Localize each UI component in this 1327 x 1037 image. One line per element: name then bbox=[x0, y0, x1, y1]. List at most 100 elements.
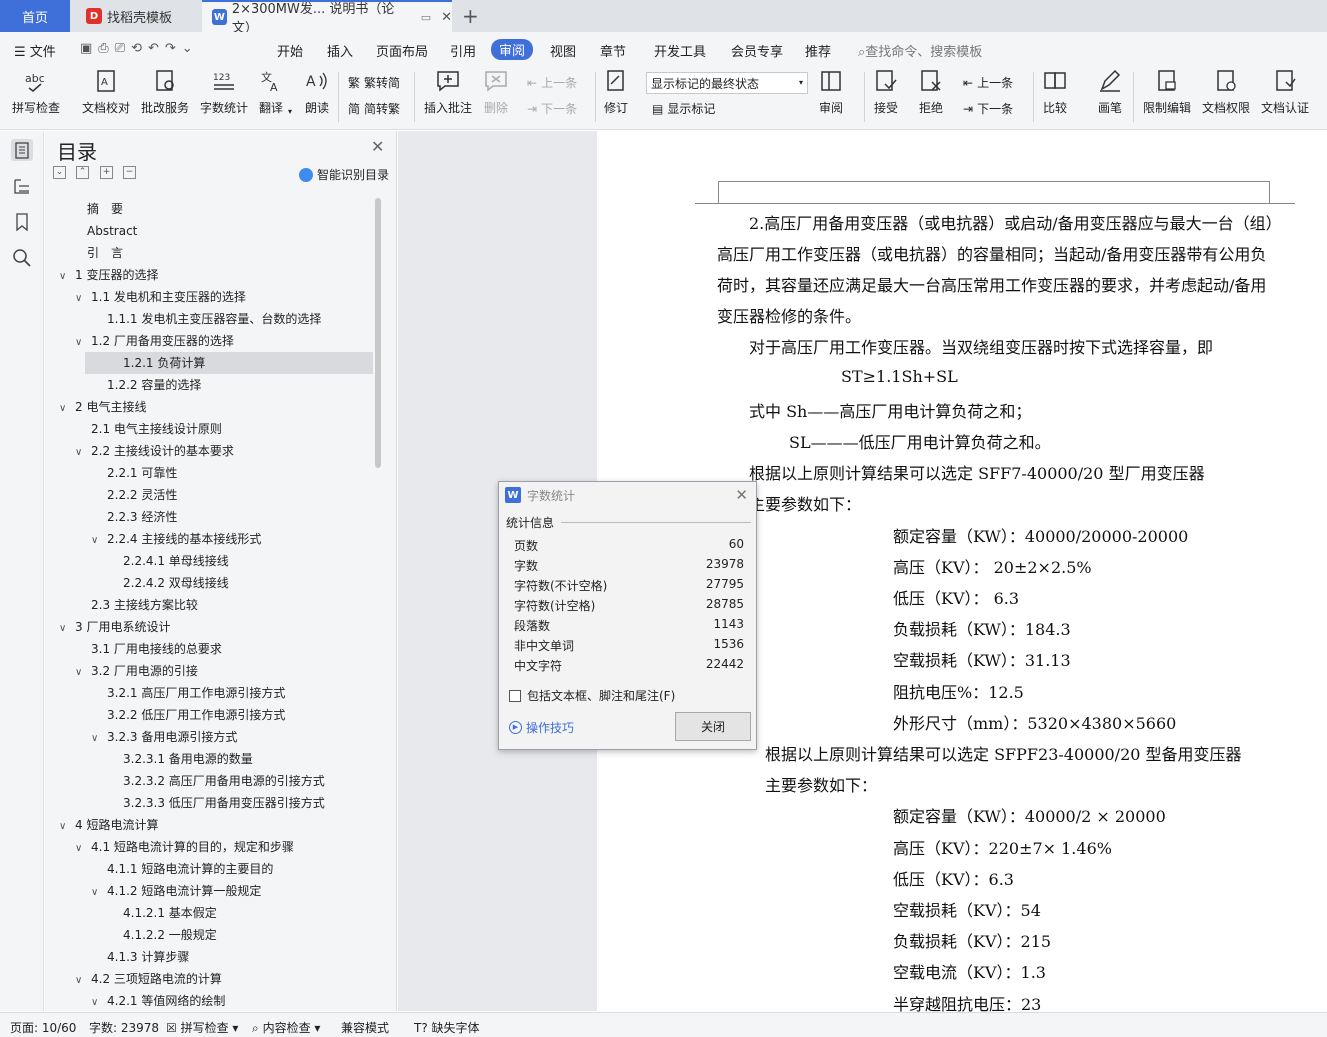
toc-item[interactable]: ∨ 1.1 发电机和主变压器的选择 bbox=[75, 286, 246, 308]
word-count-button[interactable]: 123 字数统计 bbox=[200, 68, 248, 116]
toc-item[interactable]: ∨ 4.1 短路电流计算的目的，规定和步骤 bbox=[75, 836, 294, 858]
reject-button[interactable]: 拒绝 bbox=[918, 68, 944, 116]
chevron-down-icon[interactable]: ∨ bbox=[91, 882, 103, 904]
toc-item[interactable]: 3.2.2 低压厂用工作电源引接方式 bbox=[91, 704, 285, 726]
dialog-close-button[interactable]: 关闭 bbox=[675, 712, 751, 741]
toc-item[interactable]: 4.1.3 计算步骤 bbox=[91, 946, 189, 968]
expand-icon[interactable]: ⌃ bbox=[76, 166, 89, 179]
toc-item[interactable]: ∨ 1 变压器的选择 bbox=[59, 264, 158, 286]
toc-item[interactable]: 2.2.3 经济性 bbox=[91, 506, 177, 528]
menu-reference[interactable]: 引用 bbox=[450, 41, 476, 60]
toc-item[interactable]: 1.2.2 容量的选择 bbox=[91, 374, 201, 396]
content-check-status[interactable]: ⌕ 内容检查 ▾ bbox=[252, 1019, 320, 1036]
toc-item[interactable]: 4.1.1 短路电流计算的主要目的 bbox=[91, 858, 273, 880]
chevron-down-icon[interactable]: ∨ bbox=[75, 970, 87, 992]
pen-button[interactable]: 画笔 bbox=[1097, 68, 1123, 116]
chevron-down-icon[interactable]: ∨ bbox=[59, 816, 71, 838]
smart-toc-button[interactable]: 智能识别目录 bbox=[299, 166, 389, 183]
translate-button[interactable]: 文 A 翻译 ▾ bbox=[258, 68, 292, 116]
menu-member[interactable]: 会员专享 bbox=[731, 41, 783, 60]
chevron-down-icon[interactable]: ∨ bbox=[59, 398, 71, 420]
review-pane-button[interactable]: 审阅 bbox=[818, 68, 844, 116]
toc-item[interactable]: 2.2.2 灵活性 bbox=[91, 484, 177, 506]
search-icon[interactable] bbox=[11, 247, 33, 269]
chevron-down-icon[interactable]: ∨ bbox=[59, 266, 71, 288]
chevron-down-icon[interactable]: ∨ bbox=[91, 530, 103, 552]
collapse-all-icon[interactable]: ⌄ bbox=[53, 166, 66, 179]
navigation-icon[interactable] bbox=[11, 175, 33, 197]
chevron-down-icon[interactable]: ∨ bbox=[75, 442, 87, 464]
toc-item[interactable]: ∨ 4.1.2 短路电流计算一般规定 bbox=[91, 880, 261, 902]
toc-item[interactable]: 2.1 电气主接线设计原则 bbox=[75, 418, 222, 440]
next-change-button[interactable]: ⇥ 下一条 bbox=[963, 100, 1013, 117]
menu-recommend[interactable]: 推荐 bbox=[805, 41, 831, 60]
toc-item[interactable]: 1.1.1 发电机主变压器容量、台数的选择 bbox=[91, 308, 321, 330]
toc-item[interactable]: 摘 要 bbox=[59, 198, 123, 220]
toc-item[interactable]: ∨ 1.2 厂用备用变压器的选择 bbox=[75, 330, 234, 352]
toc-item[interactable]: Abstract bbox=[59, 220, 137, 242]
missing-font-status[interactable]: T? 缺失字体 bbox=[414, 1019, 480, 1036]
prev-comment-button[interactable]: ⇤ 上一条 bbox=[527, 74, 577, 91]
tab-home[interactable]: 首页 bbox=[0, 0, 70, 32]
close-icon[interactable]: ✕ bbox=[371, 137, 384, 156]
menu-insert[interactable]: 插入 bbox=[327, 41, 353, 60]
toc-item[interactable]: 2.2.4.1 单母线接线 bbox=[107, 550, 229, 572]
toc-item[interactable]: ∨ 2 电气主接线 bbox=[59, 396, 146, 418]
include-textbox-checkbox[interactable]: 包括文本框、脚注和尾注(F) bbox=[509, 687, 675, 704]
read-aloud-button[interactable]: A 朗读 bbox=[304, 68, 330, 116]
chevron-down-icon[interactable]: ∨ bbox=[75, 662, 87, 684]
trad-to-simp-button[interactable]: 繁繁转简 bbox=[348, 74, 400, 91]
checkbox-box[interactable] bbox=[509, 689, 521, 702]
quick-access-icons[interactable]: ▣⎙⎚⟲↶↷⌄ bbox=[80, 41, 199, 56]
annotation-service-button[interactable]: 批改服务 bbox=[141, 68, 189, 116]
menu-view[interactable]: 视图 bbox=[550, 41, 576, 60]
next-comment-button[interactable]: ⇥ 下一条 bbox=[527, 100, 577, 117]
toc-scrollbar[interactable] bbox=[375, 198, 381, 468]
toc-item[interactable]: 3.2.3.3 低压厂用备用变压器引接方式 bbox=[107, 792, 325, 814]
compat-mode-status[interactable]: 兼容模式 bbox=[341, 1019, 389, 1036]
tips-link[interactable]: ▶ 操作技巧 bbox=[509, 719, 574, 736]
menu-layout[interactable]: 页面布局 bbox=[376, 41, 428, 60]
restrict-edit-button[interactable]: 限制编辑 bbox=[1143, 68, 1191, 116]
prev-change-button[interactable]: ⇤ 上一条 bbox=[963, 74, 1013, 91]
doc-proof-button[interactable]: A 文档校对 bbox=[82, 68, 130, 116]
toc-item[interactable]: 2.2.4.2 双母线接线 bbox=[107, 572, 229, 594]
chevron-down-icon[interactable]: ∨ bbox=[91, 728, 103, 750]
menu-start[interactable]: 开始 bbox=[277, 41, 303, 60]
chevron-down-icon[interactable]: ∨ bbox=[59, 618, 71, 640]
toc-item[interactable]: 4.1.2.1 基本假定 bbox=[107, 902, 217, 924]
chevron-down-icon[interactable]: ∨ bbox=[75, 332, 87, 354]
toc-item[interactable]: ∨ 2.2.4 主接线的基本接线形式 bbox=[91, 528, 261, 550]
toc-item[interactable]: 1.2.1 负荷计算 bbox=[85, 352, 373, 374]
toc-item[interactable]: 2.2.1 可靠性 bbox=[91, 462, 177, 484]
chevron-down-icon[interactable]: ∨ bbox=[91, 992, 103, 1006]
spell-check-status[interactable]: ☒ 拼写检查 ▾ bbox=[166, 1019, 238, 1036]
menu-chapter[interactable]: 章节 bbox=[600, 41, 626, 60]
toc-item[interactable]: 3.1 厂用电接线的总要求 bbox=[75, 638, 222, 660]
toc-item[interactable]: 3.2.1 高压厂用工作电源引接方式 bbox=[91, 682, 285, 704]
toc-item[interactable]: ∨ 4 短路电流计算 bbox=[59, 814, 158, 836]
toc-item[interactable]: ∨ 2.2 主接线设计的基本要求 bbox=[75, 440, 234, 462]
tab-document[interactable]: W 2×300MW发... 说明书（论文） ▭ ✕ bbox=[202, 0, 452, 36]
toc-item[interactable]: ∨ 3 厂用电系统设计 bbox=[59, 616, 170, 638]
new-tab-icon[interactable]: + bbox=[462, 4, 479, 28]
toc-item[interactable]: 3.2.3.1 备用电源的数量 bbox=[107, 748, 253, 770]
chevron-down-icon[interactable]: ∨ bbox=[75, 288, 87, 310]
add-level-icon[interactable]: + bbox=[100, 166, 113, 179]
toc-item[interactable]: 2.3 主接线方案比较 bbox=[75, 594, 198, 616]
toc-item[interactable]: 3.2.3.2 高压厂用备用电源的引接方式 bbox=[107, 770, 325, 792]
screen-icon[interactable]: ▭ bbox=[421, 11, 431, 24]
close-tab-icon[interactable]: ✕ bbox=[441, 10, 452, 25]
doc-certify-button[interactable]: 文档认证 bbox=[1261, 68, 1309, 116]
compare-button[interactable]: 比较 bbox=[1042, 68, 1068, 116]
word-count-indicator[interactable]: 字数: 23978 bbox=[89, 1019, 159, 1036]
toc-item[interactable]: ∨ 3.2.3 备用电源引接方式 bbox=[91, 726, 237, 748]
tab-template[interactable]: D 找稻壳模板 bbox=[72, 0, 200, 32]
toc-panel-icon[interactable] bbox=[11, 139, 33, 161]
toc-item[interactable]: 引 言 bbox=[59, 242, 123, 264]
command-search[interactable]: ⌕查找命令、搜索模板 bbox=[858, 41, 982, 60]
dialog-close-icon[interactable]: ✕ bbox=[735, 486, 748, 504]
markup-state-select[interactable]: 显示标记的最终状态 ▾ bbox=[646, 72, 808, 94]
page-indicator[interactable]: 页面: 10/60 bbox=[10, 1019, 76, 1036]
spell-check-button[interactable]: abc 拼写检查 bbox=[12, 68, 60, 116]
